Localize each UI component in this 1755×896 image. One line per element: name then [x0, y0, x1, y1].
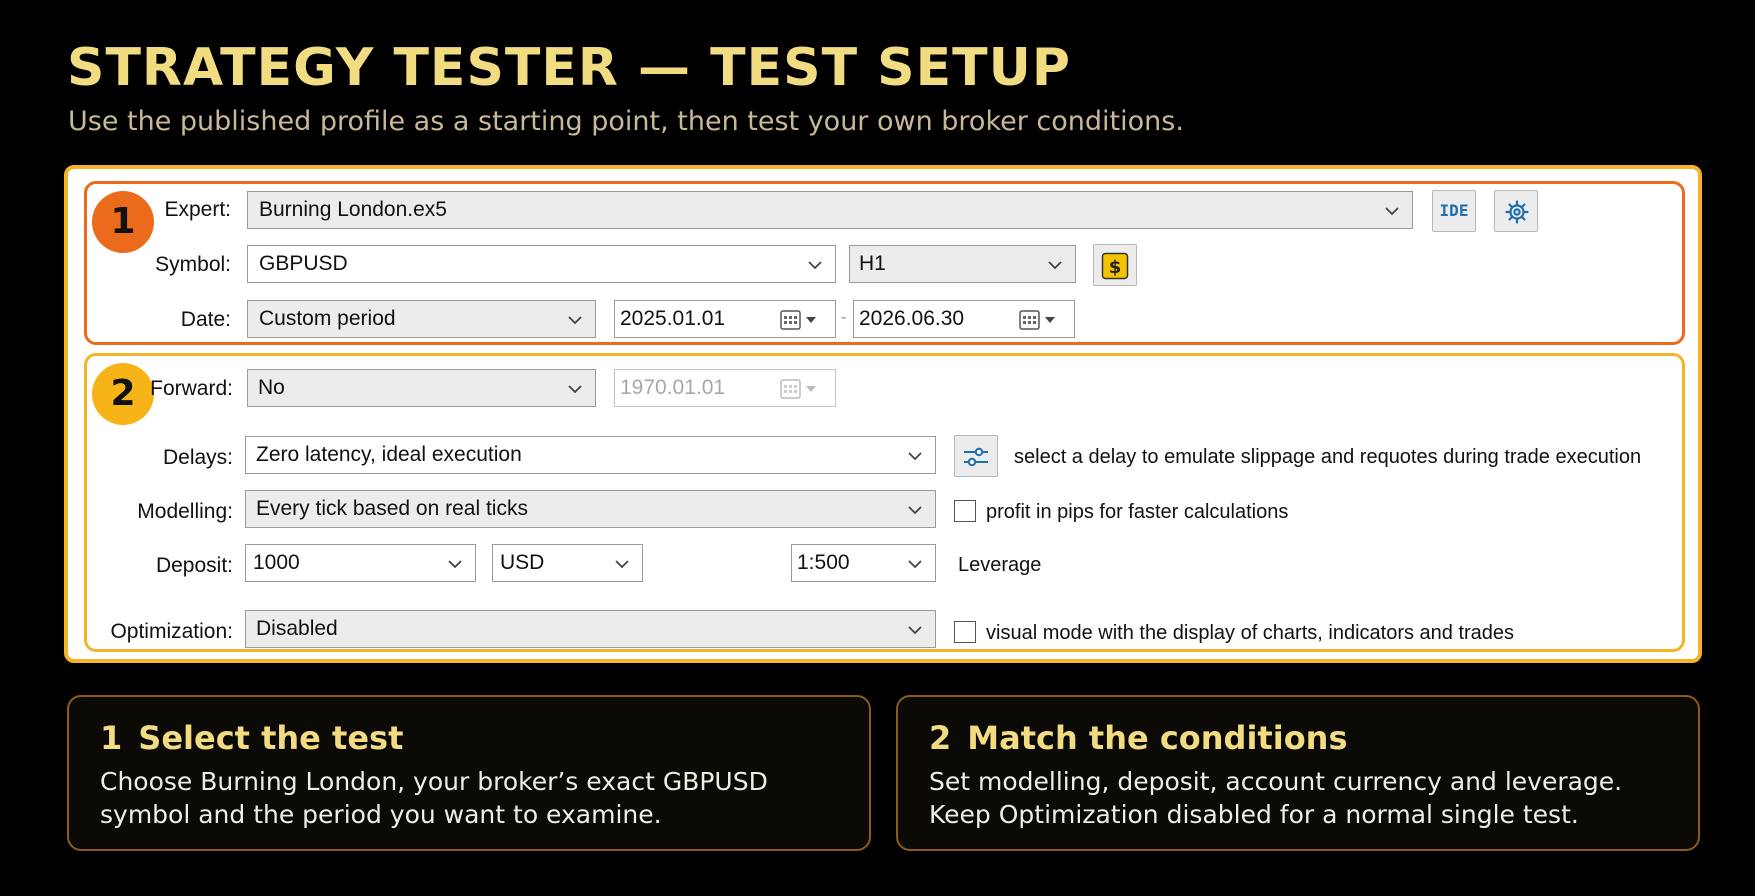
date-to-value: 2026.06.30: [859, 307, 965, 330]
optimization-label: Optimization:: [110, 620, 233, 643]
chevron-down-icon: [1385, 207, 1399, 216]
leverage-value: 1:500: [797, 551, 850, 574]
forward-value: No: [258, 376, 285, 399]
visual-mode-checkbox-label: visual mode with the display of charts, …: [986, 622, 1515, 644]
symbol-value: GBPUSD: [259, 252, 348, 275]
card-body: Choose Burning London, your broker’s exa…: [100, 767, 768, 829]
chevron-down-icon: [908, 452, 922, 461]
chevron-down-icon: [615, 560, 629, 569]
date-label: Date:: [180, 308, 231, 331]
card-title: 1 Select the test: [100, 719, 403, 757]
date-to-field[interactable]: 2026.06.30: [853, 300, 1075, 338]
info-card-select-test: 1 Select the test Choose Burning London, …: [67, 695, 871, 851]
chevron-down-icon: [568, 316, 582, 325]
settings-button[interactable]: [1494, 190, 1538, 232]
date-mode-select[interactable]: Custom period: [247, 300, 596, 338]
delays-value: Zero latency, ideal execution: [256, 443, 522, 466]
chevron-down-icon: [908, 560, 922, 569]
date-mode-value: Custom period: [259, 307, 396, 330]
optimization-select[interactable]: Disabled: [245, 610, 936, 648]
ide-icon: IDE: [1439, 201, 1469, 220]
delays-label: Delays:: [162, 446, 233, 469]
svg-text:$: $: [1109, 257, 1122, 278]
card-body: Set modelling, deposit, account currency…: [929, 767, 1623, 829]
visual-mode-checkbox[interactable]: [954, 621, 976, 643]
deposit-label: Deposit:: [155, 554, 233, 577]
deposit-value: 1000: [253, 551, 300, 574]
card-heading: Match the conditions: [967, 719, 1348, 757]
currency-select[interactable]: USD: [492, 544, 643, 582]
date-from-value: 2025.01.01: [620, 307, 726, 330]
delay-settings-button[interactable]: [954, 435, 998, 477]
chevron-down-icon: [568, 385, 582, 394]
symbol-select[interactable]: GBPUSD: [247, 245, 836, 283]
modelling-select[interactable]: Every tick based on real ticks: [245, 490, 936, 528]
expert-label: Expert:: [164, 198, 231, 221]
leverage-select[interactable]: 1:500: [791, 544, 936, 582]
ide-button[interactable]: IDE: [1432, 190, 1476, 232]
calendar-icon: [780, 379, 816, 399]
pips-checkbox-label: profit in pips for faster calculations: [986, 501, 1289, 523]
modelling-label: Modelling:: [137, 500, 233, 523]
card-heading: Select the test: [138, 719, 404, 757]
chevron-down-icon: [908, 506, 922, 515]
chevron-down-icon: [1048, 261, 1062, 270]
dollar-icon: $: [1101, 252, 1129, 280]
forward-date-field[interactable]: 1970.01.01: [614, 369, 836, 407]
gear-icon: [1505, 200, 1529, 224]
page-title: STRATEGY TESTER — TEST SETUP: [67, 38, 1071, 98]
deposit-select[interactable]: 1000: [245, 544, 476, 582]
date-separator: -: [841, 309, 847, 326]
forward-select[interactable]: No: [247, 369, 596, 407]
calendar-icon[interactable]: [779, 309, 823, 331]
chevron-down-icon: [448, 560, 462, 569]
calendar-icon[interactable]: [1018, 309, 1062, 331]
page-subtitle: Use the published profile as a starting …: [68, 106, 1184, 137]
info-card-match-conditions: 2 Match the conditions Set modelling, dep…: [896, 695, 1700, 851]
date-from-field[interactable]: 2025.01.01: [614, 300, 836, 338]
modelling-value: Every tick based on real ticks: [256, 497, 528, 520]
delays-hint: select a delay to emulate slippage and r…: [1014, 446, 1642, 468]
currency-value: USD: [500, 551, 545, 574]
card-title: 2 Match the conditions: [929, 719, 1348, 757]
expert-value: Burning London.ex5: [259, 198, 447, 221]
card-number: 2: [929, 719, 952, 757]
chevron-down-icon: [808, 261, 822, 270]
forward-label: Forward:: [150, 377, 233, 400]
delays-select[interactable]: Zero latency, ideal execution: [245, 436, 936, 474]
leverage-label: Leverage: [958, 554, 1042, 576]
forward-date-value: 1970.01.01: [620, 376, 726, 399]
timeframe-select[interactable]: H1: [849, 245, 1076, 283]
card-number: 1: [100, 719, 123, 757]
pips-checkbox[interactable]: [954, 500, 976, 522]
symbol-properties-button[interactable]: $: [1093, 244, 1137, 286]
expert-select[interactable]: Burning London.ex5: [247, 191, 1413, 229]
optimization-value: Disabled: [256, 617, 338, 640]
chevron-down-icon: [908, 626, 922, 635]
symbol-label: Symbol:: [155, 253, 231, 276]
timeframe-value: H1: [859, 252, 886, 275]
sliders-icon: [964, 447, 988, 467]
